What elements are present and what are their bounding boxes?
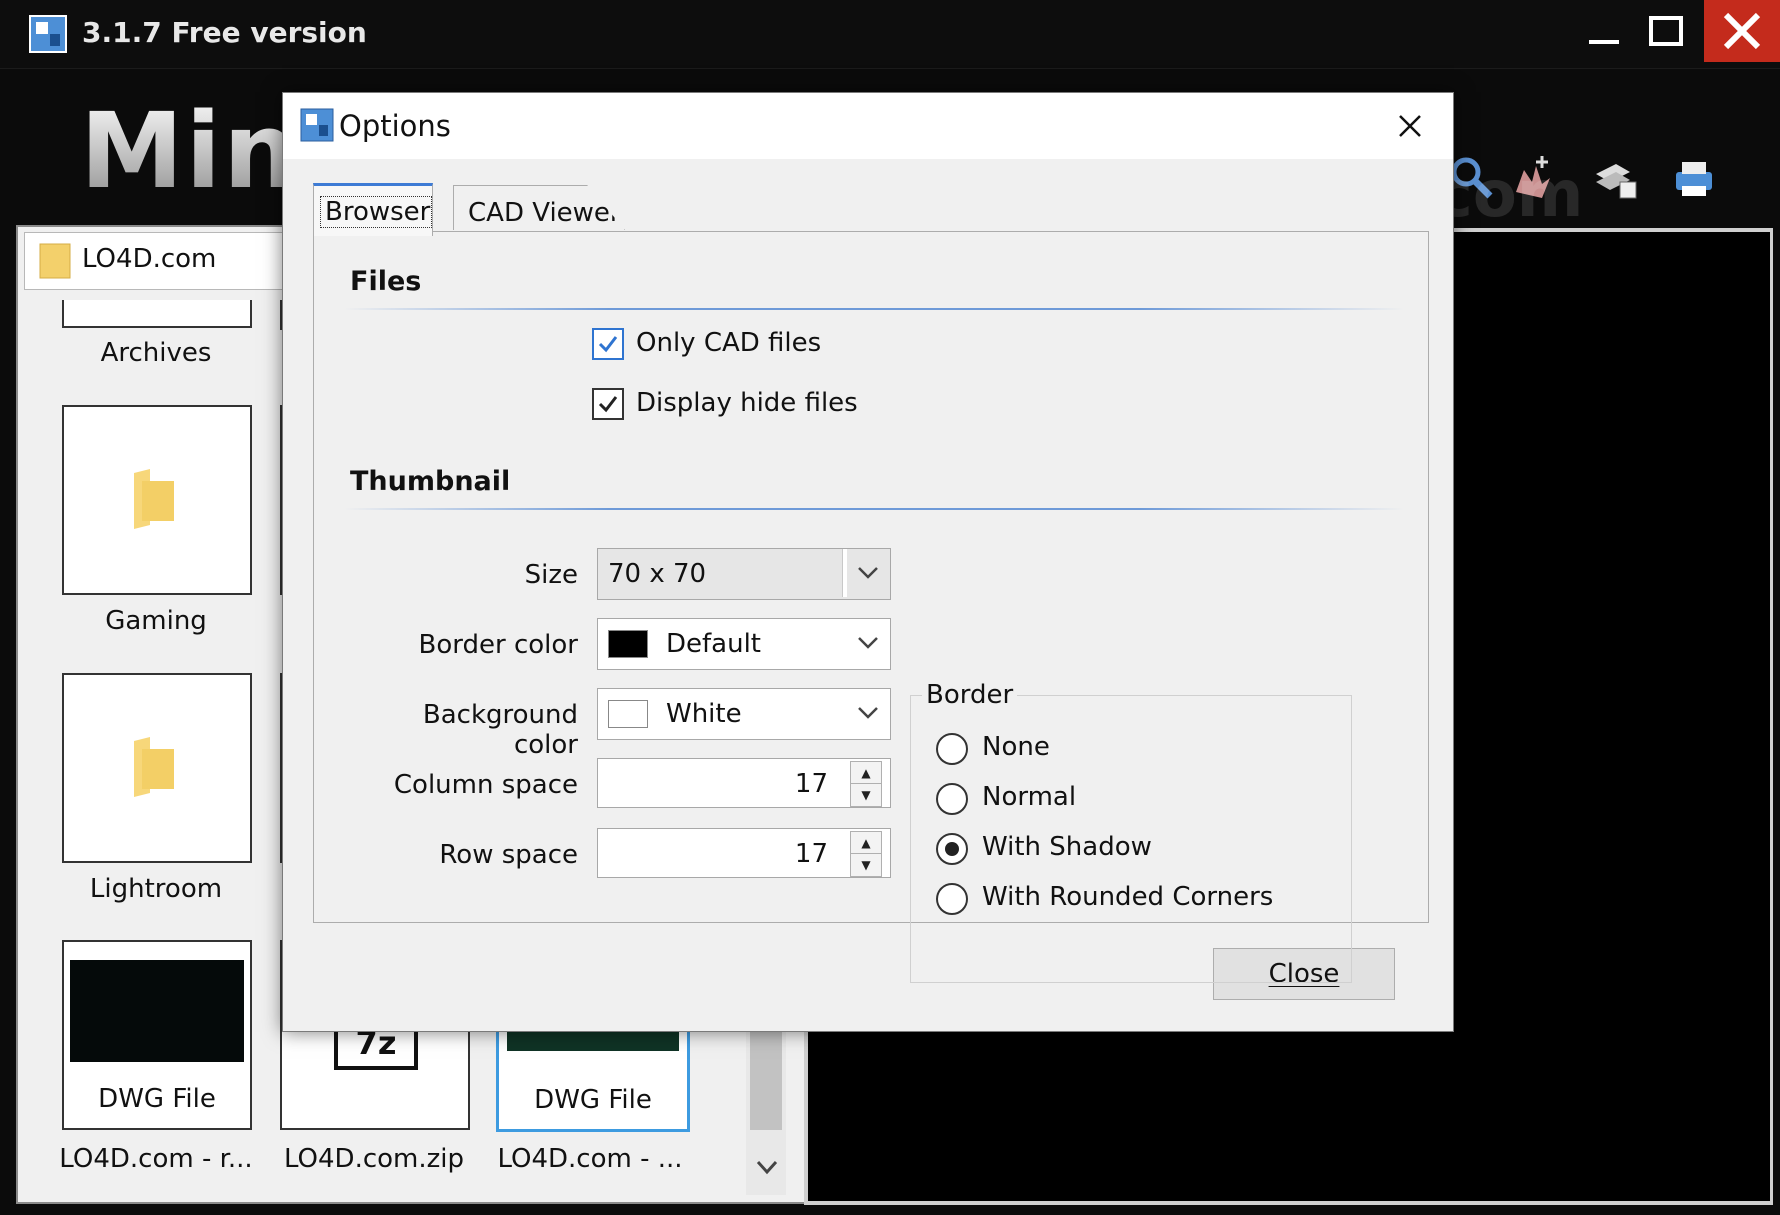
display-hide-files-checkbox[interactable]	[592, 388, 624, 420]
dialog-app-icon	[300, 108, 334, 142]
thumbnail-caption: LO4D.com.zip	[283, 1144, 465, 1174]
row-space-value[interactable]: 17	[608, 839, 828, 869]
border-rounded-corners-radio[interactable]	[936, 883, 968, 915]
column-space-value[interactable]: 17	[608, 769, 828, 799]
row-space-spinner[interactable]: 17 ▲ ▼	[597, 828, 891, 878]
column-space-label: Column space	[393, 770, 578, 800]
radio-selected-dot	[945, 842, 959, 856]
size-label: Size	[524, 560, 578, 590]
files-section-title: Files	[350, 266, 422, 297]
border-rounded-corners-label[interactable]: With Rounded Corners	[982, 882, 1273, 912]
path-text: LO4D.com	[82, 244, 217, 274]
thumbnail-label: Archives	[100, 338, 212, 368]
close-icon	[1723, 12, 1761, 50]
tab-browser[interactable]: Browser	[313, 183, 433, 236]
folder-icon	[134, 469, 174, 529]
print-icon[interactable]	[1668, 152, 1720, 204]
border-color-value: Default	[666, 629, 761, 659]
background-color-value: White	[666, 699, 742, 729]
chevron-down-icon[interactable]	[848, 689, 888, 737]
spin-up-icon[interactable]: ▲	[850, 761, 882, 785]
thumbnail-label: DWG File	[98, 1084, 216, 1114]
thumbnail-frame[interactable]	[62, 405, 252, 595]
border-none-label[interactable]: None	[982, 732, 1050, 762]
thumbnail-label: Gaming	[105, 606, 207, 636]
column-space-spinner[interactable]: 17 ▲ ▼	[597, 758, 891, 808]
minimize-button[interactable]	[1572, 0, 1636, 62]
section-divider	[344, 308, 1404, 310]
app-icon	[29, 15, 67, 53]
thumbnail-frame[interactable]	[62, 673, 252, 863]
thumbnail-caption: LO4D.com - r...	[59, 1144, 253, 1174]
display-hide-files-label[interactable]: Display hide files	[636, 388, 858, 418]
combo-separator	[842, 549, 847, 597]
border-with-shadow-label[interactable]: With Shadow	[982, 832, 1152, 862]
spin-down-icon[interactable]: ▼	[850, 783, 882, 807]
border-with-shadow-radio[interactable]	[936, 833, 968, 865]
chevron-down-icon[interactable]	[848, 549, 888, 597]
background-color-label: Background color	[422, 700, 578, 760]
dialog-close-button[interactable]	[1383, 101, 1437, 151]
size-value: 70 x 70	[608, 559, 707, 589]
thumbnail-label: Lightroom	[89, 874, 223, 904]
chevron-down-icon[interactable]	[848, 619, 888, 667]
maximize-icon	[1649, 16, 1683, 46]
folder-icon	[134, 737, 174, 797]
thumbnail-frame[interactable]	[62, 300, 252, 328]
checkmark-icon	[598, 336, 618, 353]
thumbnail-frame[interactable]: DWG File	[62, 940, 252, 1130]
section-divider	[344, 508, 1404, 510]
layers-icon[interactable]	[1590, 152, 1642, 204]
only-cad-files-checkbox[interactable]	[592, 328, 624, 360]
border-color-select[interactable]: Default	[597, 618, 891, 670]
thumbnail-caption: LO4D.com - ...	[497, 1144, 683, 1174]
zip-icon: 7z	[334, 1026, 418, 1070]
color-swatch	[608, 700, 648, 728]
background-color-select[interactable]: White	[597, 688, 891, 740]
options-dialog: Options Browser CAD Viewer Files Only CA…	[282, 92, 1454, 1032]
color-swatch	[608, 630, 648, 658]
border-color-label: Border color	[418, 630, 578, 660]
folder-icon	[39, 243, 71, 279]
thumbnail-section-title: Thumbnail	[350, 466, 511, 497]
tab-panel-browser: Files Only CAD files Display hide files …	[313, 231, 1429, 983]
only-cad-files-label[interactable]: Only CAD files	[636, 328, 821, 358]
app-title: 3.1.7 Free version	[82, 16, 367, 49]
dwg-preview	[70, 960, 244, 1062]
tab-label: Browser	[320, 196, 432, 228]
checkmark-icon	[598, 396, 618, 413]
border-none-radio[interactable]	[936, 733, 968, 765]
spin-down-icon[interactable]: ▼	[850, 853, 882, 877]
close-icon	[1399, 115, 1421, 137]
scroll-down-icon[interactable]	[754, 1154, 780, 1180]
size-select[interactable]: 70 x 70	[597, 548, 891, 600]
window-close-button[interactable]	[1704, 0, 1780, 62]
tab-label: CAD Viewer	[468, 198, 621, 228]
dialog-title-bar	[283, 93, 1453, 159]
dialog-title: Options	[339, 109, 451, 143]
spin-up-icon[interactable]: ▲	[850, 831, 882, 855]
row-space-label: Row space	[439, 840, 578, 870]
thumbnail-label: DWG File	[534, 1085, 652, 1115]
maximize-button[interactable]	[1634, 0, 1698, 62]
border-normal-label[interactable]: Normal	[982, 782, 1076, 812]
minimize-icon	[1589, 40, 1619, 44]
tab-cad-viewer[interactable]: CAD Viewer	[453, 185, 625, 230]
border-group-title: Border	[922, 680, 1018, 710]
border-normal-radio[interactable]	[936, 783, 968, 815]
